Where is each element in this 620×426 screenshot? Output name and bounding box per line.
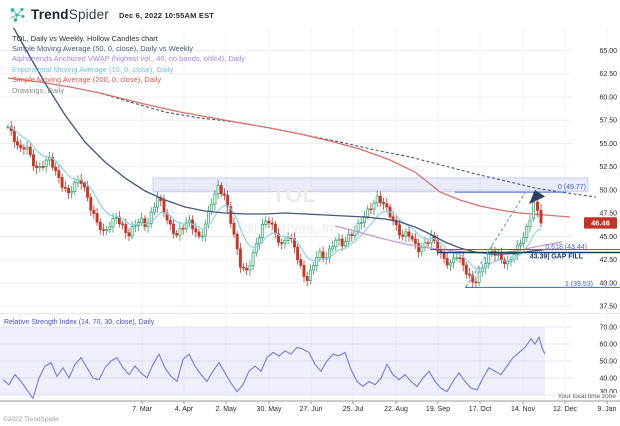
svg-text:1 (39.53): 1 (39.53): [565, 281, 593, 288]
svg-text:60.00: 60.00: [599, 94, 617, 101]
svg-text:27. Jun: 27. Jun: [300, 406, 323, 413]
svg-text:43.39| GAP FILL: 43.39| GAP FILL: [530, 254, 584, 261]
time-axis: 7. Mar 4. Apr 2. May 30. May 27. Jun 25. Jul 2…: [0, 401, 620, 413]
svg-text:50.00: 50.00: [599, 187, 617, 194]
legend-indicator-0[interactable]: Simple Moving Average (50, 0, close), Da…: [12, 44, 245, 54]
legend-chart-title[interactable]: TOL, Daily vs Weekly, Hollow Candles cha…: [12, 34, 245, 44]
trendspider-app: TOL Toll Brothers, In 0 (49.77) 0.618 (43.4…: [0, 0, 620, 426]
legend-indicator-3[interactable]: Simple Moving Average (200, 0, close), D…: [12, 75, 245, 85]
svg-text:30. May: 30. May: [257, 406, 282, 413]
indicator-legend: TOL, Daily vs Weekly, Hollow Candles cha…: [12, 34, 245, 96]
svg-text:12. Dec: 12. Dec: [553, 406, 578, 413]
svg-text:4. Apr: 4. Apr: [175, 406, 194, 413]
svg-text:70.00: 70.00: [599, 324, 617, 331]
svg-text:Toll Brothers, In: Toll Brothers, In: [236, 220, 333, 236]
copyright-label: ©2022 TrendSpider: [3, 416, 59, 423]
svg-text:0 (49.77): 0 (49.77): [558, 184, 586, 191]
brand-spider: Spider: [69, 7, 109, 22]
chart-timestamp: Dec 6, 2022 10:55AM EST: [119, 11, 214, 20]
timezone-label[interactable]: Your local time zone: [557, 393, 617, 400]
svg-text:50.00: 50.00: [599, 358, 617, 365]
svg-text:47.50: 47.50: [599, 211, 617, 218]
svg-text:42.50: 42.50: [599, 257, 617, 264]
svg-text:0.618 (43.44): 0.618 (43.44): [545, 244, 587, 251]
current-price-badge: 46.46: [584, 217, 617, 228]
svg-text:TOL: TOL: [272, 184, 317, 207]
legend-indicator-1[interactable]: Alphatrends Anchored VWAP (highest vol.,…: [12, 54, 245, 64]
legend-indicator-4[interactable]: Drawings, Daily: [12, 86, 245, 96]
trendspider-logo-icon: [9, 6, 26, 23]
svg-text:19. Sep: 19. Sep: [426, 406, 450, 413]
svg-text:65.00: 65.00: [599, 48, 617, 55]
svg-text:57.50: 57.50: [599, 118, 617, 125]
svg-text:7. Mar: 7. Mar: [132, 406, 153, 413]
svg-text:14. Nov: 14. Nov: [511, 406, 536, 413]
svg-text:17. Oct: 17. Oct: [469, 406, 492, 413]
svg-text:45.00: 45.00: [599, 234, 617, 241]
brand-trend: Trend: [31, 7, 69, 22]
svg-text:62.50: 62.50: [599, 71, 617, 78]
svg-text:60.00: 60.00: [599, 341, 617, 348]
svg-text:9. Jan: 9. Jan: [597, 406, 616, 413]
svg-text:40.00: 40.00: [599, 375, 617, 382]
svg-text:22. Aug: 22. Aug: [384, 406, 408, 413]
rsi-panel[interactable]: [0, 327, 545, 398]
svg-text:40.00: 40.00: [599, 280, 617, 287]
svg-text:2. May: 2. May: [215, 406, 237, 413]
brand-wordmark: TrendSpider: [31, 7, 109, 22]
svg-text:46.46: 46.46: [591, 219, 610, 228]
svg-text:25. Jul: 25. Jul: [343, 406, 364, 413]
header: TrendSpider Dec 6, 2022 10:55AM EST: [0, 0, 620, 28]
svg-text:55.00: 55.00: [599, 141, 617, 148]
legend-indicator-2[interactable]: Exponential Moving Average (10, 0, close…: [12, 65, 245, 75]
rsi-legend-label[interactable]: Relative Strength Index (14, 70, 30, clo…: [4, 319, 154, 326]
svg-text:52.50: 52.50: [599, 164, 617, 171]
svg-text:37.50: 37.50: [599, 304, 617, 311]
